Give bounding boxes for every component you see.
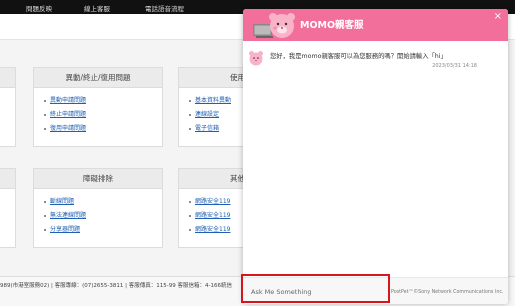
faq-panel-suspend: 異動/終止/復用問題 異動申請問題 終止申請問題 復用申請問題 bbox=[33, 67, 163, 147]
pink-bear-mascot-icon bbox=[253, 13, 295, 38]
faq-link[interactable]: 無法連線問題 bbox=[44, 209, 162, 223]
chat-message-text: 您好，我是momo親客服可以為您服務的嗎？開始請輸入「hi」 bbox=[270, 53, 447, 60]
powered-by-text: PostPet™©Sony Network Communications Inc… bbox=[391, 290, 504, 295]
faq-link[interactable]: 斷線問題 bbox=[44, 195, 162, 209]
faq-link[interactable]: 分享器問題 bbox=[44, 223, 162, 237]
footer-contact-text: 989(市港室服務02) | 客服專線：(07)2655-3811 | 客服傳真… bbox=[0, 283, 232, 289]
faq-panel-left-edge bbox=[0, 67, 16, 147]
chat-title: MOMO親客服 bbox=[300, 20, 364, 31]
faq-panel-title: 障礙排除 bbox=[34, 169, 162, 189]
nav-item-online-service[interactable]: 線上客服 bbox=[84, 3, 110, 13]
chat-message-list: 您好，我是momo親客服可以為您服務的嗎？開始請輸入「hi」 2023/03/3… bbox=[243, 41, 508, 277]
chat-bubble: 您好，我是momo親客服可以為您服務的嗎？開始請輸入「hi」 2023/03/3… bbox=[268, 49, 483, 73]
faq-link[interactable]: 異動申請問題 bbox=[44, 94, 162, 108]
chat-header: MOMO親客服 × bbox=[243, 9, 508, 41]
chat-widget: MOMO親客服 × 您好，我是momo親客服可以為您服務的嗎？開始請輸入「hi」… bbox=[243, 9, 508, 304]
faq-panel-title: 異動/終止/復用問題 bbox=[34, 68, 162, 88]
chat-message: 您好，我是momo親客服可以為您服務的嗎？開始請輸入「hi」 2023/03/3… bbox=[248, 49, 503, 73]
input-highlight-box bbox=[241, 274, 390, 303]
faq-link[interactable]: 復用申請問題 bbox=[44, 122, 162, 136]
faq-panel-troubleshoot: 障礙排除 斷線問題 無法連線問題 分享器問題 bbox=[33, 168, 163, 248]
nav-item-feedback[interactable]: 問題反映 bbox=[26, 3, 52, 13]
nav-item-phone-flow[interactable]: 電話語音流程 bbox=[145, 3, 184, 13]
faq-link[interactable]: 終止申請問題 bbox=[44, 108, 162, 122]
close-icon[interactable]: × bbox=[494, 12, 502, 22]
chat-message-timestamp: 2023/03/31 14:18 bbox=[432, 63, 477, 69]
pink-bear-avatar-icon bbox=[249, 51, 263, 66]
faq-panel-left-edge-2 bbox=[0, 168, 16, 248]
